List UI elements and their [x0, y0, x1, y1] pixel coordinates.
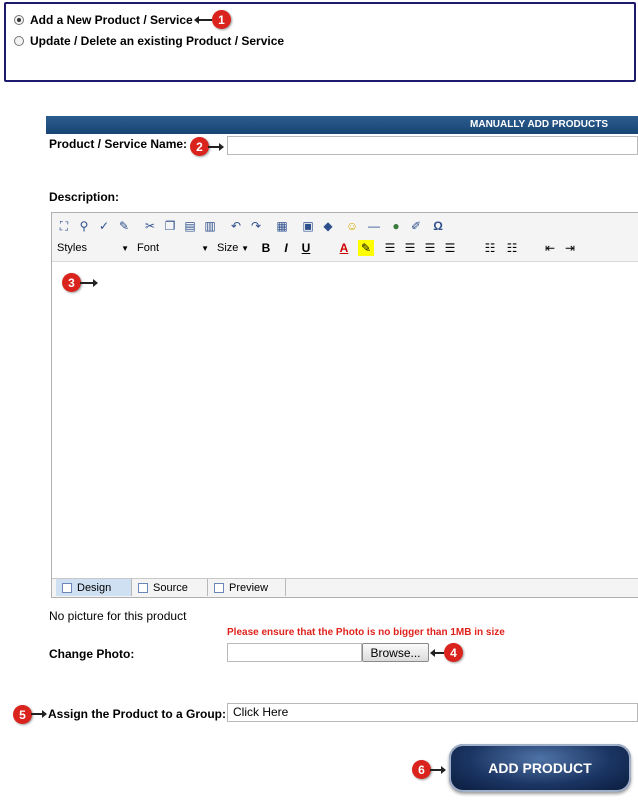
- special-character-icon[interactable]: Ω: [430, 218, 446, 234]
- copy-icon[interactable]: ❐: [162, 218, 178, 234]
- marker-4-arrow: [430, 649, 444, 657]
- tab-source-label: Source: [153, 581, 188, 594]
- change-photo-label: Change Photo:: [49, 647, 135, 661]
- marker-3-arrow: [80, 279, 98, 287]
- outdent-icon[interactable]: ⇤: [542, 240, 558, 256]
- source-icon: [138, 582, 148, 593]
- paste-icon[interactable]: ▤: [182, 218, 198, 234]
- add-product-button[interactable]: ADD PRODUCT: [449, 744, 631, 792]
- unlink-icon[interactable]: ✐: [408, 218, 424, 234]
- marker-5: 5: [13, 705, 32, 724]
- chevron-down-icon: ▼: [121, 243, 129, 253]
- photo-size-warning: Please ensure that the Photo is no bigge…: [227, 627, 505, 638]
- bold-icon[interactable]: B: [258, 240, 274, 256]
- font-dropdown[interactable]: Font ▼: [134, 240, 212, 256]
- editor-toolbar: ⛶ ⚲ ✓ ✎ ✂ ❐ ▤ ▥ ↶ ↷ ▦ ▣ ◆ ☺ — ● ✐ Ω Styl…: [52, 213, 638, 262]
- justify-icon[interactable]: ☰: [442, 240, 458, 256]
- undo-icon[interactable]: ↶: [228, 218, 244, 234]
- marker-6: 6: [412, 760, 431, 779]
- add-new-label: Add a New Product / Service: [30, 13, 193, 27]
- update-delete-label: Update / Delete an existing Product / Se…: [30, 34, 285, 48]
- horizontal-rule-icon[interactable]: —: [366, 218, 382, 234]
- spellcheck-icon[interactable]: ✓: [96, 218, 112, 234]
- add-new-radio[interactable]: [14, 15, 24, 25]
- align-left-icon[interactable]: ☰: [382, 240, 398, 256]
- marker-1-arrow: [194, 16, 212, 24]
- tab-design-label: Design: [77, 581, 112, 594]
- marker-6-arrow: [430, 766, 446, 774]
- underline-icon[interactable]: U: [298, 240, 314, 256]
- marker-1: 1: [212, 10, 231, 29]
- marker-5-arrow: [31, 710, 47, 718]
- mode-selection-box: Add a New Product / Service Update / Del…: [4, 2, 636, 82]
- indent-icon[interactable]: ⇥: [562, 240, 578, 256]
- image-icon[interactable]: ▣: [300, 218, 316, 234]
- styles-dropdown-label: Styles: [57, 242, 87, 254]
- size-dropdown[interactable]: Size ▼: [214, 240, 252, 256]
- description-label: Description:: [49, 190, 120, 204]
- update-delete-product-option[interactable]: Update / Delete an existing Product / Se…: [14, 34, 284, 48]
- highlight-color-icon[interactable]: ✎: [358, 240, 374, 256]
- design-icon: [62, 582, 72, 593]
- product-name-input[interactable]: [227, 136, 638, 155]
- unordered-list-icon[interactable]: ☷: [504, 240, 520, 256]
- tab-preview[interactable]: Preview: [208, 579, 286, 596]
- group-select-field[interactable]: Click Here: [227, 703, 638, 722]
- ordered-list-icon[interactable]: ☷: [482, 240, 498, 256]
- font-dropdown-label: Font: [137, 242, 160, 254]
- manually-add-products-header: MANUALLY ADD PRODUCTS: [46, 116, 638, 134]
- find-icon[interactable]: ⚲: [76, 218, 92, 234]
- maximize-icon[interactable]: ⛶: [56, 218, 72, 234]
- table-icon[interactable]: ▦: [274, 218, 290, 234]
- size-dropdown-label: Size: [217, 242, 239, 254]
- align-center-icon[interactable]: ☰: [402, 240, 418, 256]
- anchor-icon[interactable]: ◆: [320, 218, 336, 234]
- tab-source[interactable]: Source: [132, 579, 208, 596]
- chevron-down-icon: ▼: [201, 243, 209, 253]
- product-name-label: Product / Service Name:: [49, 137, 188, 151]
- tab-design[interactable]: Design: [56, 579, 132, 596]
- preview-icon: [214, 582, 224, 593]
- styles-dropdown[interactable]: Styles ▼: [54, 240, 132, 256]
- paste-word-icon[interactable]: ▥: [202, 218, 218, 234]
- update-delete-radio[interactable]: [14, 36, 24, 46]
- marker-3: 3: [62, 273, 81, 292]
- assign-group-label: Assign the Product to a Group:: [48, 707, 227, 721]
- cut-icon[interactable]: ✂: [142, 218, 158, 234]
- marker-2: 2: [190, 137, 209, 156]
- photo-file-path-input[interactable]: [227, 643, 362, 662]
- format-brush-icon[interactable]: ✎: [116, 218, 132, 234]
- tab-preview-label: Preview: [229, 581, 269, 594]
- marker-4: 4: [444, 643, 463, 662]
- link-icon[interactable]: ●: [388, 218, 404, 234]
- marker-2-arrow: [208, 143, 224, 151]
- description-rich-text-editor[interactable]: ⛶ ⚲ ✓ ✎ ✂ ❐ ▤ ▥ ↶ ↷ ▦ ▣ ◆ ☺ — ● ✐ Ω Styl…: [51, 212, 638, 598]
- redo-icon[interactable]: ↷: [248, 218, 264, 234]
- align-right-icon[interactable]: ☰: [422, 240, 438, 256]
- smiley-icon[interactable]: ☺: [344, 218, 360, 234]
- browse-button[interactable]: Browse...: [362, 643, 429, 662]
- font-color-icon[interactable]: A: [336, 240, 352, 256]
- editor-mode-tabs: Design Source Preview: [52, 578, 638, 597]
- italic-icon[interactable]: I: [278, 240, 294, 256]
- no-picture-text: No picture for this product: [49, 609, 187, 623]
- chevron-down-icon: ▼: [241, 243, 249, 253]
- add-new-product-option[interactable]: Add a New Product / Service: [14, 13, 193, 27]
